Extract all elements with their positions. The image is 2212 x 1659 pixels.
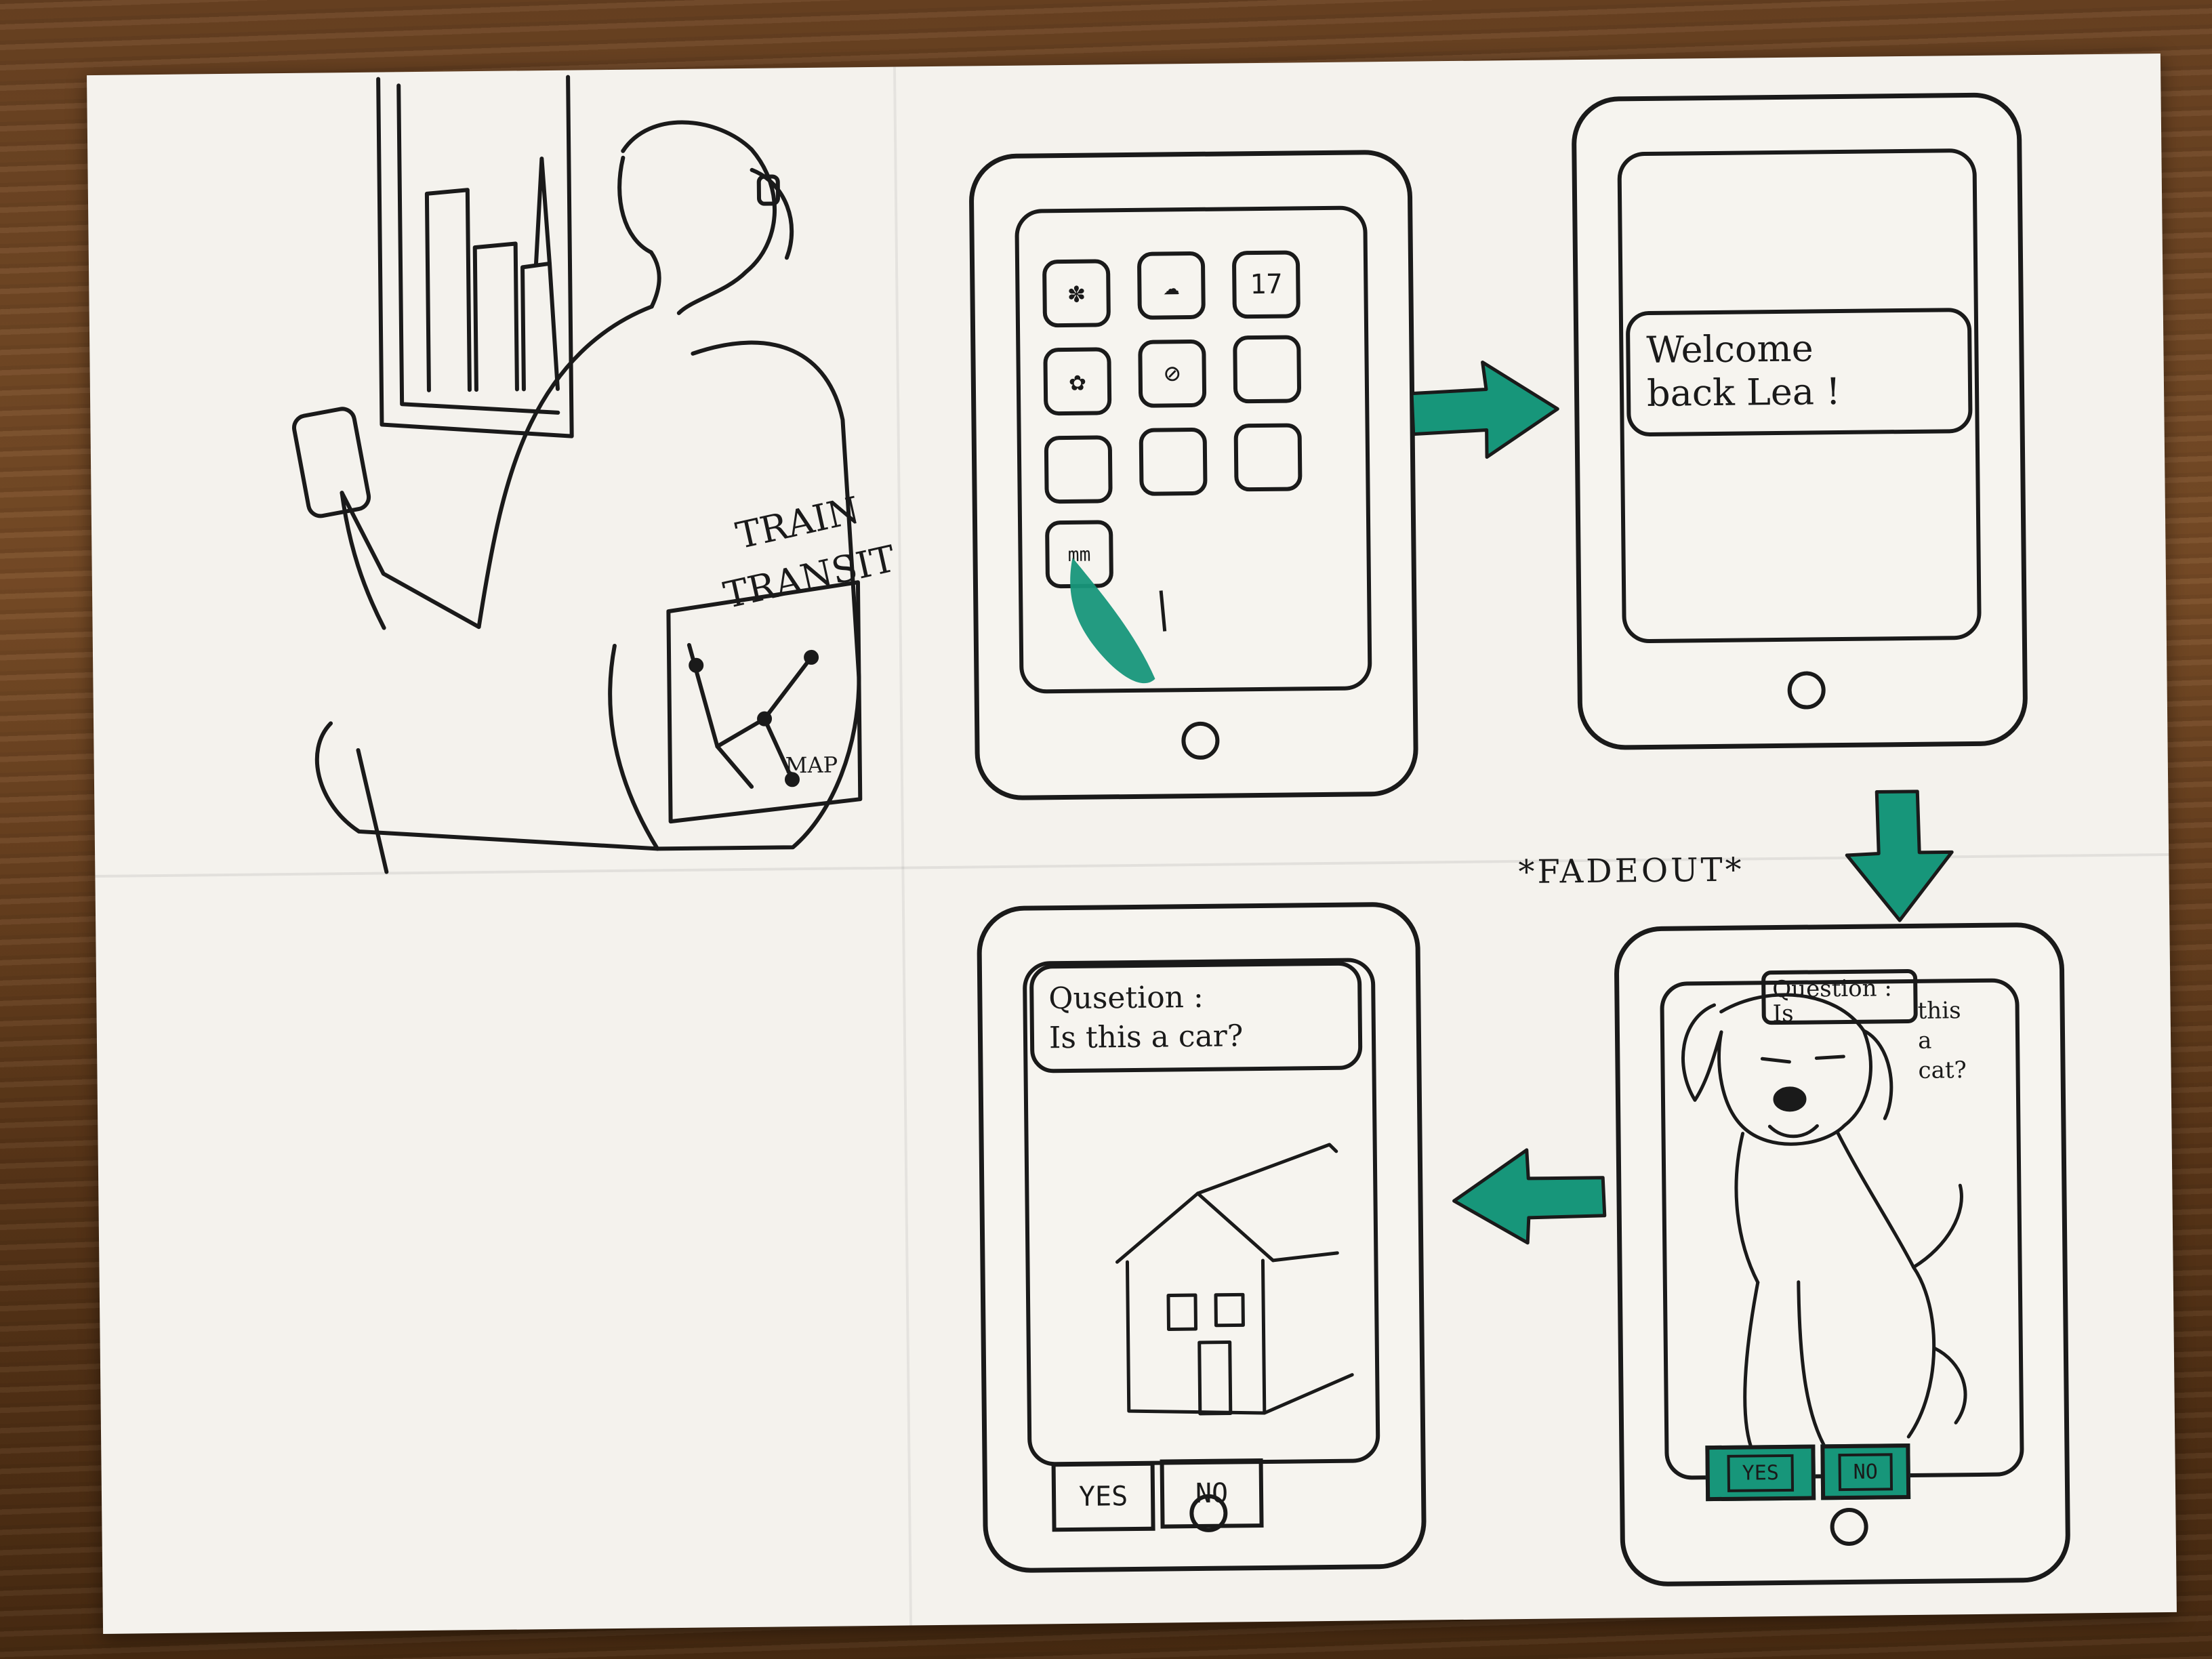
home-button[interactable] (1787, 671, 1826, 710)
fold-line-vertical (893, 66, 913, 1626)
storyboard-sheet: TRAIN TRANSIT MAP ✽ ☁ 17 ✿ ⊘ mm Welcome … (87, 54, 2177, 1634)
yes-button[interactable]: YES (1051, 1461, 1155, 1532)
question-bubble: Question : Is (1761, 968, 1918, 1028)
welcome-line-1: Welcome (1646, 327, 1814, 372)
tablet-home-screen: ✽ ☁ 17 ✿ ⊘ mm (968, 149, 1419, 801)
arrow-left-icon (1452, 1148, 1607, 1245)
tablet-question-dog-screen: Question : Is this a cat? YES NO (1614, 922, 2071, 1587)
tablet-question-house-screen: Qusetion : Is this a car? YES NO (976, 901, 1427, 1574)
fadeout-annotation: *FADEOUT* (1518, 851, 1744, 892)
tablet-welcome-screen: Welcome back Lea ! (1571, 92, 2028, 751)
arrow-down-icon (1845, 790, 1954, 922)
yes-button[interactable]: YES (1705, 1444, 1816, 1502)
arrow-right-icon (1410, 361, 1559, 459)
home-button[interactable] (1181, 721, 1220, 760)
map-label: MAP (785, 752, 838, 779)
question-line-2: this (1917, 997, 1961, 1025)
welcome-message-bubble: Welcome back Lea ! (1625, 307, 1973, 437)
no-button[interactable]: NO (1820, 1443, 1911, 1500)
question-line-4: cat? (1918, 1057, 1967, 1084)
home-button[interactable] (1189, 1494, 1228, 1533)
welcome-line-2: back Lea ! (1646, 370, 1841, 415)
panel-commuter-scene: TRAIN TRANSIT MAP (175, 67, 899, 874)
question-line-1: Question : Is (1772, 975, 1893, 1028)
home-button[interactable] (1830, 1507, 1868, 1547)
question-continuation: this a cat? (1917, 996, 1967, 1086)
question-line-3: a (1917, 1027, 1932, 1054)
finger-tap-mark (1070, 557, 1167, 684)
